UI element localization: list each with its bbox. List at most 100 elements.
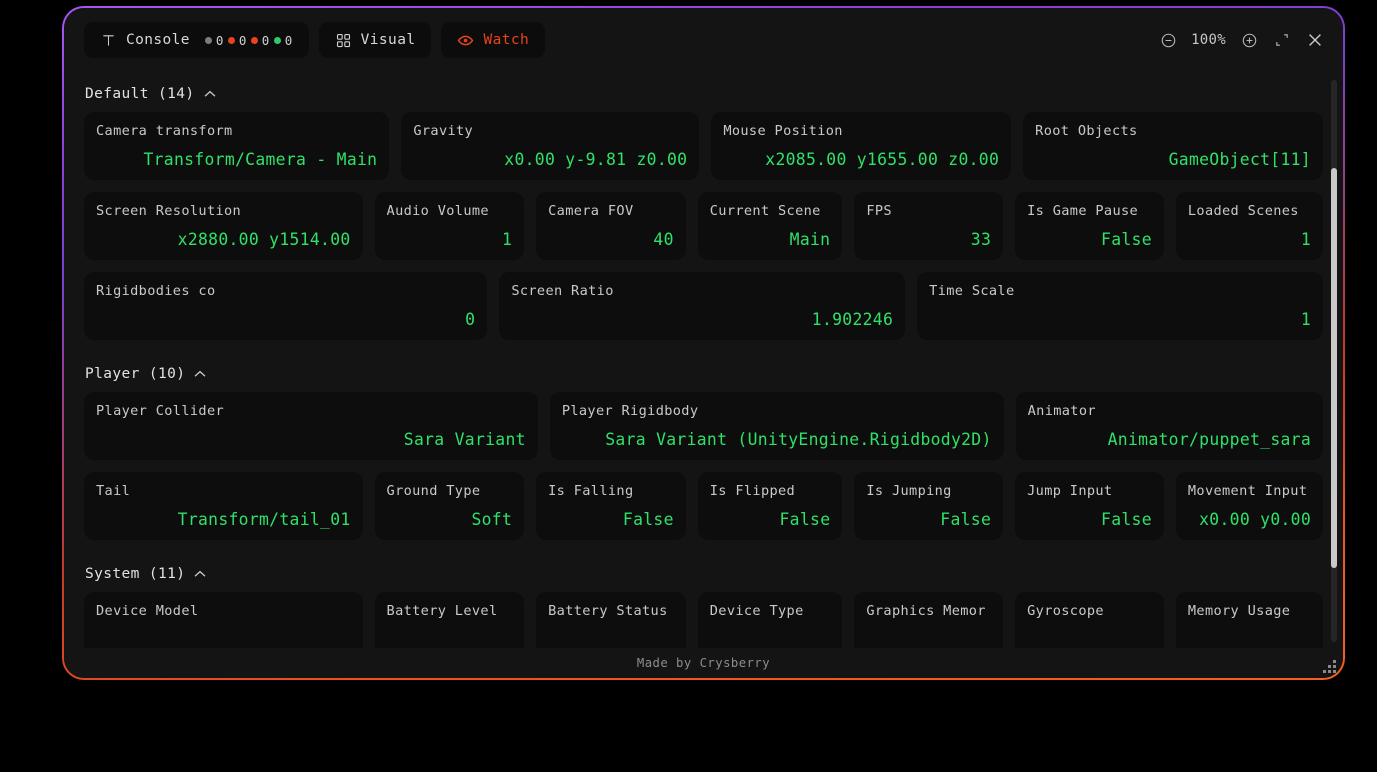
- watch-card-label: Camera FOV: [548, 204, 634, 219]
- watch-card-label: Tail: [96, 484, 131, 499]
- vertical-scrollbar-track[interactable]: [1331, 80, 1337, 642]
- tab-visual-label: Visual: [360, 31, 416, 48]
- watch-card-value: False: [1101, 230, 1152, 249]
- plus-circle-icon[interactable]: [1239, 30, 1259, 50]
- watch-card-label: Animator: [1027, 404, 1096, 419]
- vertical-scrollbar-thumb[interactable]: [1331, 168, 1337, 568]
- watch-card[interactable]: Gravity x0.00 y-9.81 z0.00: [401, 112, 700, 180]
- text-t-icon: [100, 32, 117, 49]
- watch-card[interactable]: Jump Input False: [1015, 472, 1164, 540]
- section-title: Player (10): [85, 366, 186, 382]
- watch-card-label: Battery Level: [386, 604, 498, 619]
- watch-card[interactable]: Time Scale 1: [917, 272, 1323, 340]
- close-icon[interactable]: [1305, 30, 1325, 50]
- watch-card[interactable]: Is Flipped False: [697, 472, 843, 540]
- eye-icon: [457, 32, 474, 49]
- watch-card-label: Memory Usage: [1187, 604, 1291, 619]
- watch-card-value: 33: [970, 230, 992, 249]
- expand-corner-icon[interactable]: [1272, 30, 1292, 50]
- watch-card[interactable]: Screen Ratio 1.902246: [499, 272, 906, 340]
- counter-red-value: 0: [238, 32, 247, 48]
- watch-card-label: Current Scene: [709, 204, 821, 219]
- tab-watch[interactable]: Watch: [441, 22, 546, 58]
- tab-console[interactable]: Console 0 0 0 0: [84, 22, 309, 58]
- counter-green: 0: [273, 32, 293, 48]
- watch-card-label: Player Collider: [96, 404, 225, 419]
- debug-window-frame: Console 0 0 0 0 Visual Watch 100% Defaul…: [62, 6, 1345, 680]
- watch-card[interactable]: Mouse Position x2085.00 y1655.00 z0.00: [711, 112, 1012, 180]
- watch-row: Camera transform Transform/Camera - Main G…: [84, 112, 1323, 180]
- section-header-default[interactable]: Default (14): [84, 72, 1323, 112]
- section-title: Default (14): [85, 86, 195, 102]
- watch-card-label: Screen Resolution: [96, 204, 242, 219]
- watch-panel-scroll-area[interactable]: Default (14) Camera transform Transform/Ca…: [64, 72, 1343, 648]
- counter-green-value: 0: [284, 32, 293, 48]
- watch-card-label: Audio Volume: [386, 204, 489, 219]
- section-header-player[interactable]: Player (10): [84, 352, 1323, 392]
- watch-card[interactable]: Graphics Memor: [854, 592, 1004, 648]
- watch-card[interactable]: Loaded Scenes 1: [1175, 192, 1323, 260]
- watch-card-value: Transform/Camera - Main: [143, 150, 378, 169]
- watch-card-value: False: [622, 510, 674, 529]
- status-dot-red: [227, 36, 235, 44]
- watch-card-label: Is Game Pause: [1027, 204, 1139, 219]
- watch-card[interactable]: Tail Transform/tail_01: [84, 472, 363, 540]
- watch-card[interactable]: Device Type: [697, 592, 843, 648]
- watch-card-label: Is Flipped: [709, 484, 796, 499]
- watch-card-label: FPS: [866, 204, 892, 219]
- watch-card[interactable]: Ground Type Soft: [374, 472, 525, 540]
- watch-card-value: Soft: [471, 510, 513, 529]
- watch-card[interactable]: Memory Usage: [1175, 592, 1323, 648]
- watch-card[interactable]: Screen Resolution x2880.00 y1514.00: [84, 192, 363, 260]
- minus-circle-icon[interactable]: [1158, 30, 1178, 50]
- watch-card-label: Ground Type: [386, 484, 481, 499]
- watch-card-label: Root Objects: [1035, 124, 1138, 139]
- watch-card-label: Player Rigidbody: [561, 404, 699, 419]
- watch-card-value: 1.902246: [811, 310, 894, 329]
- watch-card[interactable]: Battery Status: [536, 592, 686, 648]
- watch-card-label: Gravity: [413, 124, 474, 139]
- watch-card[interactable]: Animator Animator/puppet_sara: [1015, 392, 1324, 460]
- tab-visual[interactable]: Visual: [318, 22, 432, 58]
- watch-card[interactable]: Device Model: [84, 592, 363, 648]
- watch-card[interactable]: Is Falling False: [536, 472, 686, 540]
- watch-card[interactable]: Root Objects GameObject[11]: [1023, 112, 1323, 180]
- chevron-up-icon: [194, 368, 206, 380]
- watch-card-label: Graphics Memor: [866, 604, 986, 619]
- watch-card[interactable]: Camera FOV 40: [536, 192, 686, 260]
- watch-card[interactable]: Player Rigidbody Sara Variant (UnityEngin…: [549, 392, 1004, 460]
- watch-card[interactable]: Audio Volume 1: [374, 192, 525, 260]
- watch-card-label: Device Model: [96, 604, 199, 619]
- watch-card-label: Is Jumping: [866, 484, 952, 499]
- watch-card-label: Screen Ratio: [511, 284, 614, 299]
- watch-card[interactable]: FPS 33: [854, 192, 1004, 260]
- watch-card[interactable]: Gyroscope: [1015, 592, 1164, 648]
- watch-card[interactable]: Current Scene Main: [697, 192, 843, 260]
- watch-row: Screen Resolution x2880.00 y1514.00 Audio …: [84, 192, 1323, 260]
- watch-card-label: Gyroscope: [1027, 604, 1104, 619]
- watch-card[interactable]: Movement Input x0.00 y0.00: [1175, 472, 1323, 540]
- watch-card-value: Main: [789, 230, 831, 249]
- resize-grip-icon[interactable]: [1320, 657, 1336, 673]
- watch-card[interactable]: Is Game Pause False: [1015, 192, 1164, 260]
- counter-orange-value: 0: [261, 32, 270, 48]
- watch-card-value: Transform/tail_01: [177, 510, 351, 529]
- section-header-system[interactable]: System (11): [84, 552, 1323, 592]
- watch-card[interactable]: Camera transform Transform/Camera - Main: [84, 112, 390, 180]
- watch-card[interactable]: Battery Level: [374, 592, 525, 648]
- watch-card[interactable]: Rigidbodies co 0: [84, 272, 488, 340]
- counter-red: 0: [227, 32, 247, 48]
- tab-bar: Console 0 0 0 0 Visual Watch: [84, 22, 546, 58]
- watch-card-label: Camera transform: [96, 124, 233, 139]
- watch-card-value: False: [779, 510, 831, 529]
- grid-squares-icon: [335, 32, 352, 49]
- watch-row: Rigidbodies co 0 Screen Ratio 1.902246 Time …: [84, 272, 1323, 340]
- watch-card-value: x2880.00 y1514.00: [177, 230, 351, 249]
- console-counters: 0 0 0 0: [204, 32, 293, 48]
- watch-card[interactable]: Player Collider Sara Variant: [84, 392, 538, 460]
- debug-window: Console 0 0 0 0 Visual Watch 100% Defaul…: [64, 8, 1343, 678]
- watch-card-value: x0.00 y0.00: [1199, 510, 1311, 529]
- watch-card[interactable]: Is Jumping False: [854, 472, 1004, 540]
- watch-card-value: Animator/puppet_sara: [1107, 430, 1312, 449]
- watch-card-value: 1: [1300, 230, 1311, 249]
